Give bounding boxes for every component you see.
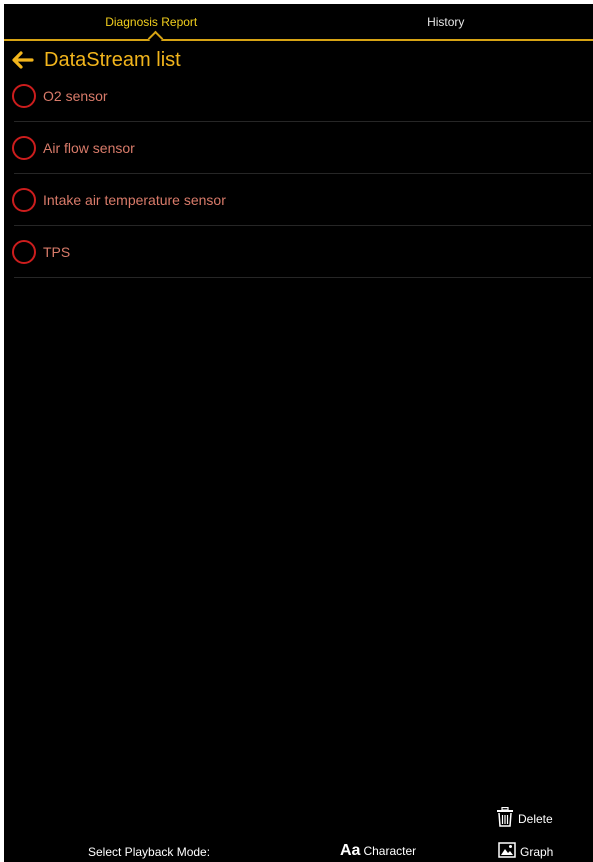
tab-underline [4,39,593,41]
list-item-label: TPS [43,244,71,260]
radio-button[interactable] [12,240,36,264]
playback-mode-label: Select Playback Mode: [88,845,211,859]
radio-button[interactable] [12,136,36,160]
list-item-intake-air-temperature-sensor[interactable]: Intake air temperature sensor [4,174,593,226]
delete-button[interactable]: Delete [496,806,553,830]
datastream-list: O2 sensor Air flow sensor Intake air tem… [4,70,593,278]
list-item-label: Intake air temperature sensor [43,192,226,208]
list-item-label: O2 sensor [43,88,108,104]
page-title: DataStream list [44,48,181,71]
tab-bar: Diagnosis Report History [4,4,593,40]
list-item-tps[interactable]: TPS [4,226,593,278]
list-item-label: Air flow sensor [43,140,135,156]
radio-button[interactable] [12,84,36,108]
character-icon: Aa [340,842,361,859]
tab-history[interactable]: History [299,4,593,40]
character-label: Character [363,844,417,858]
image-icon [498,842,516,861]
radio-button[interactable] [12,188,36,212]
app-screen: Diagnosis Report History DataStream list… [4,4,593,862]
list-item-air-flow-sensor[interactable]: Air flow sensor [4,122,593,174]
graph-mode-button[interactable]: Graph [498,842,553,861]
character-mode-button[interactable]: Aa Character [340,842,416,860]
list-item-o2-sensor[interactable]: O2 sensor [4,70,593,122]
trash-icon [496,806,514,830]
graph-label: Graph [520,844,554,859]
back-arrow-icon[interactable] [10,50,34,70]
delete-label: Delete [518,811,553,826]
